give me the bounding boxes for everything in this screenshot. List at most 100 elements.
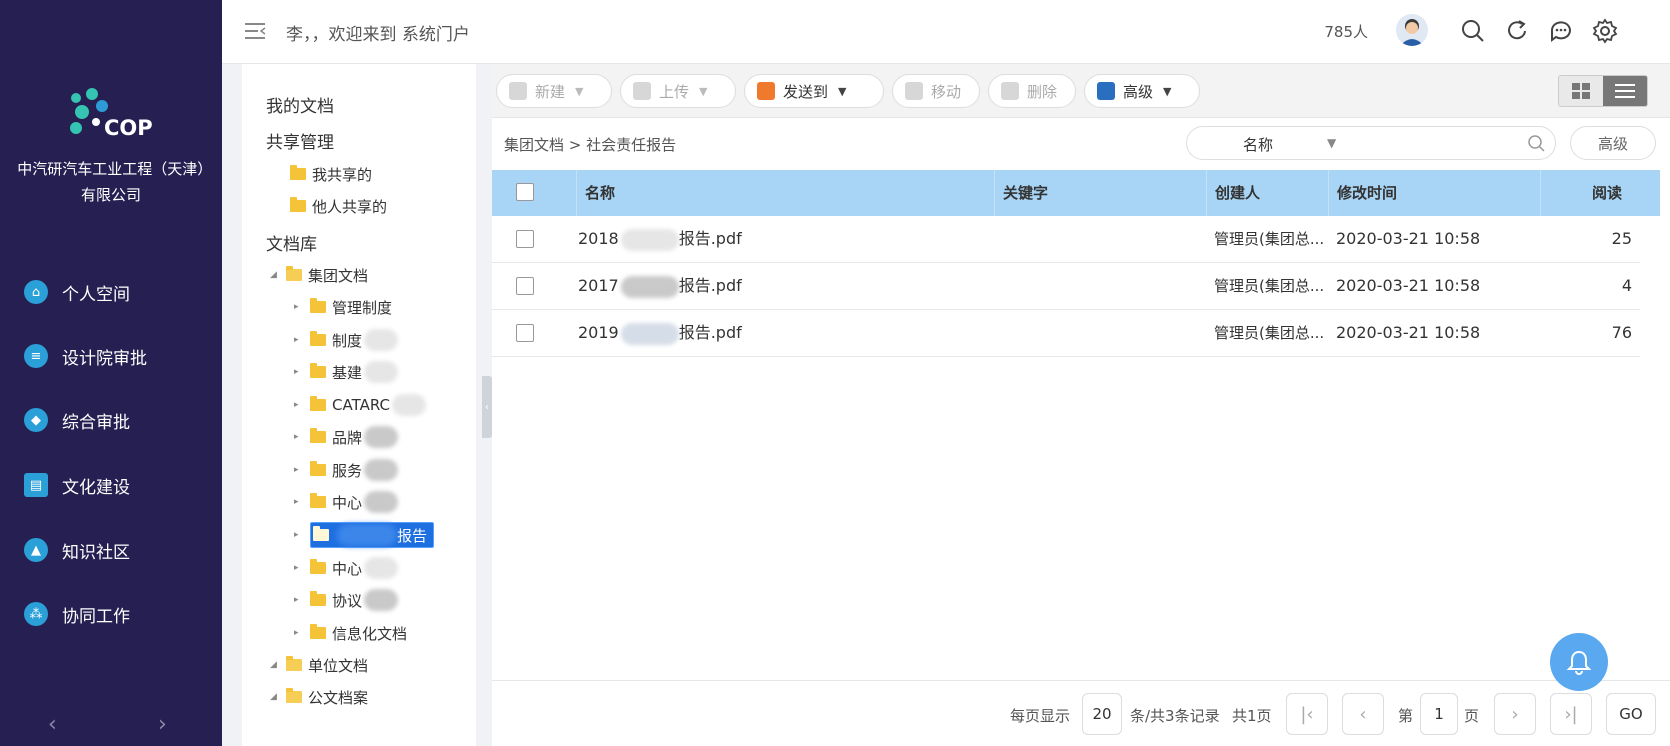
tree-node-child[interactable]: ▸ 制度 [294, 327, 399, 353]
last-page-icon[interactable]: ›| [1550, 693, 1592, 735]
search-field-select[interactable]: 名称 [1243, 134, 1273, 155]
nav-item-culture[interactable]: ▤ 文化建设 [24, 465, 214, 505]
send-to-button[interactable]: 发送到 ▼ [744, 74, 884, 108]
search-icon[interactable] [1460, 18, 1486, 44]
tree-node-my-shared[interactable]: 我共享的 [290, 161, 372, 187]
search-icon[interactable] [1527, 134, 1545, 152]
nav-item-label: 协同工作 [62, 606, 130, 627]
tree-node-official-archive[interactable]: ◢ 公文档案 [270, 684, 368, 710]
select-all-checkbox[interactable] [516, 183, 534, 201]
new-button[interactable]: 新建 ▼ [496, 74, 612, 108]
file-name[interactable]: 2017 报告.pdf [578, 263, 742, 309]
expanded-arrow-icon[interactable]: ◢ [270, 270, 282, 280]
tree-my-docs[interactable]: 我的文档 [266, 92, 334, 117]
collapsed-arrow-icon[interactable]: ▸ [294, 595, 306, 605]
go-button[interactable]: GO [1606, 693, 1656, 735]
prev-page-icon[interactable]: ‹ [1342, 693, 1384, 735]
tree-node-child[interactable]: ▸ 品牌 [294, 424, 399, 450]
tree-node-label: CATARC [332, 396, 390, 414]
col-reads[interactable]: 阅读 [1540, 170, 1630, 216]
col-name[interactable]: 名称 [576, 170, 994, 216]
company-name: 中汽研汽车工业工程（天津）有限公司 [17, 160, 205, 204]
file-name[interactable]: 2019 报告.pdf [578, 310, 742, 356]
col-modified[interactable]: 修改时间 [1328, 170, 1540, 216]
toolbar: 新建 ▼ 上传 ▼ 发送到 ▼ 移动 删除 高级 ▼ [492, 64, 1670, 118]
delete-button[interactable]: 删除 [988, 74, 1076, 108]
tree-node-unit-docs[interactable]: ◢ 单位文档 [270, 652, 368, 678]
table-row[interactable]: 2017 报告.pdf 管理员(集团总... 2020-03-21 10:58 4 [492, 263, 1640, 310]
tree-node-child[interactable]: ▸ 报告 [294, 522, 435, 548]
tree-node-child[interactable]: ▸ 基建 [294, 359, 399, 385]
avatar[interactable] [1396, 14, 1428, 46]
tree-node-label: 集团文档 [308, 266, 369, 285]
chat-icon[interactable] [1548, 18, 1574, 44]
row-checkbox[interactable] [516, 324, 534, 342]
menu-fold-icon[interactable] [244, 20, 266, 42]
tree-node-child[interactable]: ▸ 中心 [294, 555, 399, 581]
upload-button[interactable]: 上传 ▼ [620, 74, 736, 108]
collapsed-arrow-icon[interactable]: ▸ [294, 628, 306, 638]
nav-item-personal-space[interactable]: ⌂ 个人空间 [24, 272, 214, 312]
row-checkbox[interactable] [516, 230, 534, 248]
move-button[interactable]: 移动 [892, 74, 980, 108]
collapsed-arrow-icon[interactable]: ▸ [294, 335, 306, 345]
collapsed-arrow-icon[interactable]: ▸ [294, 497, 306, 507]
expanded-arrow-icon[interactable]: ◢ [270, 660, 282, 670]
notification-bell-button[interactable] [1550, 633, 1608, 691]
expanded-arrow-icon[interactable]: ◢ [270, 692, 282, 702]
nav-next-arrow[interactable]: › [158, 712, 167, 737]
row-checkbox[interactable] [516, 277, 534, 295]
advanced-menu-button[interactable]: 高级 ▼ [1084, 74, 1200, 108]
move-button-label: 移动 [931, 82, 962, 101]
move-icon [905, 82, 923, 100]
folder-icon [310, 493, 326, 508]
table-row[interactable]: 2018 报告.pdf 管理员(集团总... 2020-03-21 10:58 2… [492, 216, 1640, 263]
collapsed-arrow-icon[interactable]: ▸ [294, 302, 306, 312]
collapsed-arrow-icon[interactable]: ▸ [294, 563, 306, 573]
collapse-tree-handle[interactable]: ‹ [482, 376, 492, 438]
nav-prev-arrow[interactable]: ‹ [48, 712, 57, 737]
per-page-input[interactable]: 20 [1082, 693, 1122, 735]
tree-node-child[interactable]: ▸ 信息化文档 [294, 620, 407, 646]
collapsed-arrow-icon[interactable]: ▸ [294, 400, 306, 410]
collapsed-arrow-icon[interactable]: ▸ [294, 465, 306, 475]
redacted-blur [620, 228, 679, 251]
gear-icon[interactable] [1592, 18, 1618, 44]
chevron-down-icon[interactable]: ▼ [1327, 136, 1336, 150]
advanced-search-button[interactable]: 高级 [1570, 126, 1656, 160]
nav-item-knowledge[interactable]: ▲ 知识社区 [24, 530, 214, 570]
collapsed-arrow-icon[interactable]: ▸ [294, 367, 306, 377]
tree-library[interactable]: 文档库 [266, 230, 317, 255]
tree-node-child[interactable]: ▸ 中心 [294, 489, 399, 515]
file-name[interactable]: 2018 报告.pdf [578, 216, 742, 262]
page-number-input[interactable]: 1 [1420, 693, 1458, 735]
table-row[interactable]: 2019 报告.pdf 管理员(集团总... 2020-03-21 10:58 7… [492, 310, 1640, 357]
next-page-icon[interactable]: › [1494, 693, 1536, 735]
col-keyword[interactable]: 关键字 [994, 170, 1206, 216]
folder-open-icon [286, 688, 302, 703]
collapsed-arrow-icon[interactable]: ▸ [294, 530, 306, 540]
search-input[interactable] [1355, 131, 1515, 155]
refresh-icon[interactable] [1504, 18, 1530, 44]
tree-node-group-docs[interactable]: ◢ 集团文档 [270, 262, 368, 288]
main-content: 新建 ▼ 上传 ▼ 发送到 ▼ 移动 删除 高级 ▼ 集团文档 > 社会责任报告 名称 … [492, 64, 1670, 746]
redacted-blur [364, 426, 399, 448]
list-view-icon[interactable] [1603, 76, 1647, 106]
tree-share-mgmt[interactable]: 共享管理 [266, 128, 334, 153]
tree-node-selected-social-report[interactable]: 报告 [310, 522, 435, 548]
tree-node-child[interactable]: ▸ 服务 [294, 457, 399, 483]
nav-item-general-approval[interactable]: ◆ 综合审批 [24, 400, 214, 440]
tree-node-others-shared[interactable]: 他人共享的 [290, 193, 387, 219]
grid-view-icon[interactable] [1559, 76, 1603, 106]
nav-item-design-approval[interactable]: ≡ 设计院审批 [24, 336, 214, 376]
tree-node-child[interactable]: ▸ 管理制度 [294, 294, 392, 320]
folder-icon [310, 624, 326, 639]
nav-item-collaboration[interactable]: ⁂ 协同工作 [24, 594, 214, 634]
first-page-icon[interactable]: |‹ [1286, 693, 1328, 735]
tree-node-child[interactable]: ▸ CATARC [294, 392, 426, 418]
folder-icon [310, 298, 326, 313]
collapsed-arrow-icon[interactable]: ▸ [294, 432, 306, 442]
tree-node-child[interactable]: ▸ 协议 [294, 587, 399, 613]
col-creator[interactable]: 创建人 [1206, 170, 1328, 216]
logo-text: COP [104, 116, 153, 140]
